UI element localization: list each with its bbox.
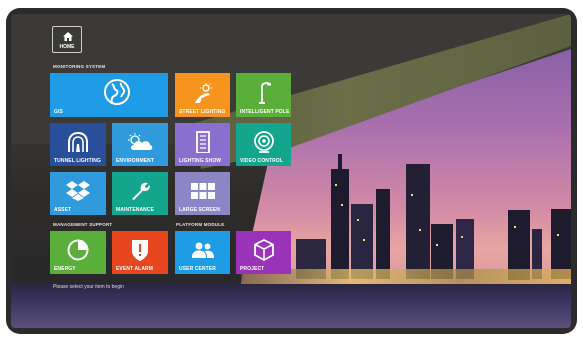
tile-lighting-show-label: LIGHTING SHOW: [179, 158, 222, 164]
skyline-building: [351, 204, 373, 279]
window-light: [557, 234, 559, 236]
alarm-shield-icon: [132, 240, 148, 262]
tile-lighting-show[interactable]: LIGHTING SHOW: [175, 123, 230, 166]
tile-environment-label: ENVIRONMENT: [116, 158, 155, 164]
instruction-hint: Please select your item to begin: [53, 284, 124, 290]
tile-gis-label: GIS: [54, 109, 63, 115]
window-light: [436, 244, 438, 246]
tile-street-lighting-label: STREET LIGHTING: [179, 109, 226, 115]
tile-energy-label: ENERGY: [54, 266, 76, 272]
skyline-building: [406, 164, 430, 279]
tile-event-alarm[interactable]: EVENT ALARM: [112, 231, 168, 274]
users-icon: [191, 242, 214, 259]
tile-intelligent-pole[interactable]: INTELLIGENT POLE: [236, 73, 291, 117]
tile-user-center-label: USER CENTER: [179, 266, 216, 272]
street-lighting-icon: [194, 82, 212, 103]
tile-street-lighting[interactable]: STREET LIGHTING: [175, 73, 230, 117]
skyline-building: [376, 189, 390, 279]
tile-user-center[interactable]: USER CENTER: [175, 231, 230, 274]
tile-tunnel-lighting[interactable]: TUNNEL LIGHTING: [50, 123, 106, 166]
window-light: [461, 236, 463, 238]
tile-event-alarm-label: EVENT ALARM: [116, 266, 154, 272]
window-light: [335, 184, 337, 186]
window-light: [363, 239, 365, 241]
tile-tunnel-lighting-label: TUNNEL LIGHTING: [54, 158, 101, 164]
globe-icon: [104, 79, 131, 106]
lamp-pole-icon: [258, 81, 271, 104]
window-light: [411, 194, 413, 196]
window-light: [419, 229, 421, 231]
section-monitoring-system: MONITORING SYSTEM: [53, 64, 106, 69]
pie-chart-icon: [67, 239, 89, 261]
dropbox-boxes-icon: [66, 181, 90, 202]
windows-grid-icon: [190, 183, 215, 200]
cube-icon: [253, 239, 274, 262]
wrench-icon: [132, 183, 150, 201]
tile-environment[interactable]: ENVIRONMENT: [112, 123, 168, 166]
tile-large-screen[interactable]: LARGE SCREEN: [175, 172, 230, 215]
window-light: [357, 219, 359, 221]
tile-asset-label: ASSET: [54, 207, 72, 213]
river-water: [11, 284, 571, 328]
tile-project[interactable]: PROJECT: [236, 231, 291, 274]
tile-gis[interactable]: GIS: [50, 73, 168, 117]
building-icon: [195, 131, 210, 154]
home-label: HOME: [59, 44, 75, 50]
tile-large-screen-label: LARGE SCREEN: [179, 207, 220, 213]
tile-video-control-label: VIDEO CONTROL: [240, 158, 283, 164]
tile-asset[interactable]: ASSET: [50, 172, 106, 215]
window-light: [514, 226, 516, 228]
screen: [11, 14, 571, 328]
section-management-support: MANAGEMENT SUPPORT: [53, 222, 113, 227]
weather-cloud-icon: [128, 133, 153, 151]
tile-maintenance-label: MAINTENANCE: [116, 207, 155, 213]
home-icon: [63, 32, 73, 41]
tile-video-control[interactable]: VIDEO CONTROL: [236, 123, 291, 166]
camera-icon: [253, 131, 274, 154]
tile-maintenance[interactable]: MAINTENANCE: [112, 172, 168, 215]
skyline-building: [331, 169, 349, 279]
home-button[interactable]: HOME: [52, 26, 82, 53]
tile-project-label: PROJECT: [240, 266, 265, 272]
skyline-building: [338, 154, 342, 174]
window-light: [341, 204, 343, 206]
tile-intelligent-pole-label: INTELLIGENT POLE: [240, 109, 290, 115]
tunnel-icon: [68, 132, 88, 153]
section-platform-module: PLATFORM MODULE: [176, 222, 225, 227]
tile-energy[interactable]: ENERGY: [50, 231, 106, 274]
